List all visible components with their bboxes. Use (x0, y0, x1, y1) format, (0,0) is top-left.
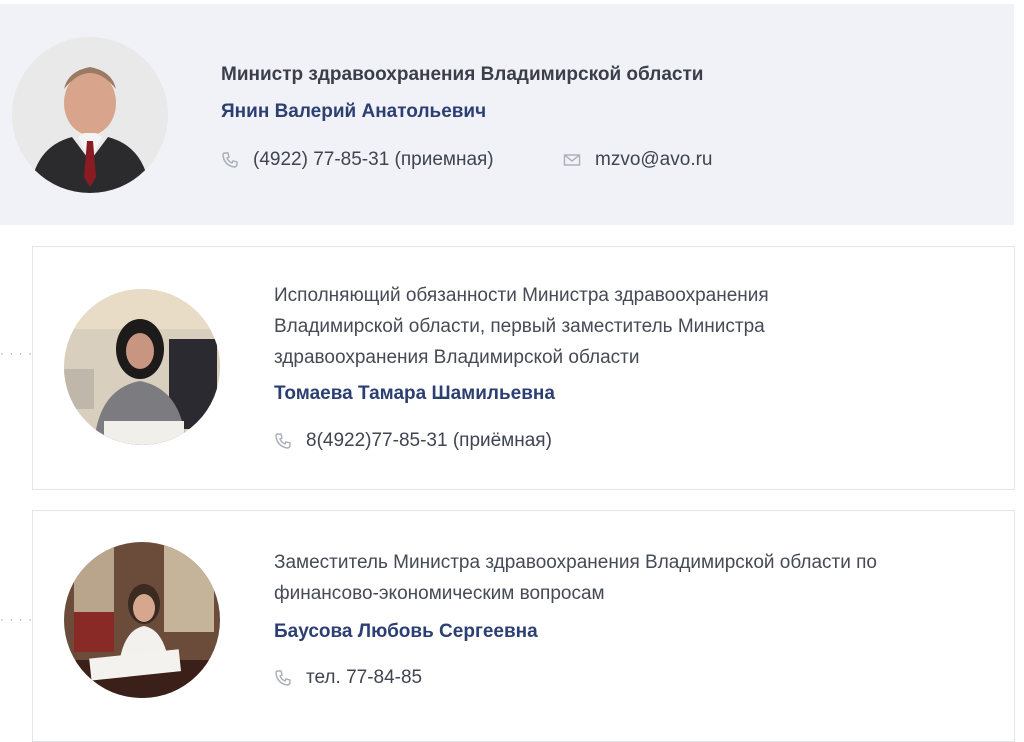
deputy-name[interactable]: Томаева Тамара Шамильевна (274, 383, 555, 405)
minister-photo (12, 37, 168, 193)
phone-icon (275, 433, 291, 449)
deputy-card: Исполняющий обязанности Министра здравоо… (32, 246, 1015, 490)
minister-title: Министр здравоохранения Владимирской обл… (221, 64, 704, 85)
deputy-photo (64, 542, 220, 698)
divider-dots: · · · · (0, 346, 33, 360)
deputy-card: Заместитель Министра здравоохранения Вла… (32, 510, 1015, 742)
deputy-position: Заместитель Министра здравоохранения Вла… (274, 552, 877, 604)
mail-icon (563, 154, 581, 166)
deputy-phone[interactable]: 8(4922)77-85-31 (приёмная) (274, 430, 552, 452)
minister-phone-text[interactable]: (4922) 77-85-31 (приемная) (253, 149, 494, 171)
minister-card: Министр здравоохранения Владимирской обл… (0, 4, 1014, 225)
deputy-phone[interactable]: тел. 77-84-85 (274, 667, 422, 689)
divider-dots: · · · · (0, 612, 33, 626)
deputy-position: Исполняющий обязанности Министра здравоо… (274, 285, 769, 368)
deputy-name[interactable]: Баусова Любовь Сергеевна (274, 621, 538, 643)
minister-name[interactable]: Янин Валерий Анатольевич (221, 101, 486, 123)
phone-icon (275, 670, 291, 686)
deputy-photo (64, 289, 220, 445)
minister-email[interactable]: mzvo@avo.ru (563, 149, 713, 171)
deputy-phone-text[interactable]: тел. 77-84-85 (306, 667, 422, 689)
deputy-phone-text[interactable]: 8(4922)77-85-31 (приёмная) (306, 430, 552, 452)
phone-icon (222, 152, 238, 168)
minister-phone[interactable]: (4922) 77-85-31 (приемная) (221, 149, 494, 171)
minister-email-link[interactable]: mzvo@avo.ru (595, 149, 713, 171)
